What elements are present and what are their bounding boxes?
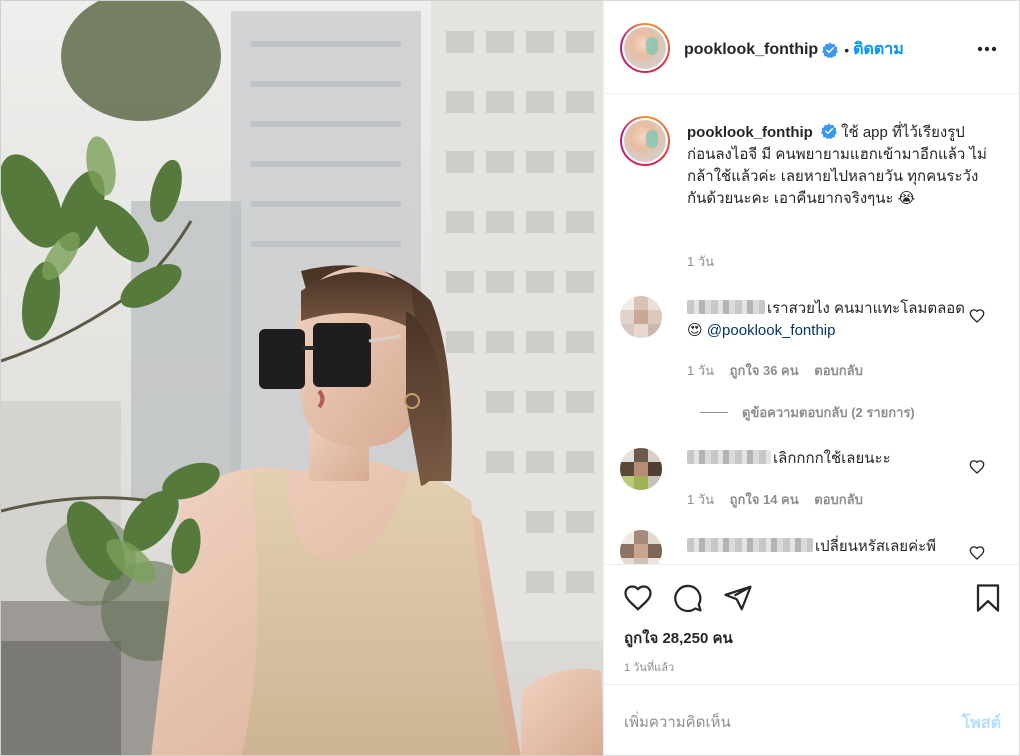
view-replies-label: ดูข้อความตอบกลับ (2 รายการ): [742, 405, 915, 420]
comment-1: เราสวยไง คนมาแทะโลมตลอด😍 @pooklook_fonth…: [687, 298, 972, 342]
commenter-avatar[interactable]: [620, 530, 662, 564]
likes-count[interactable]: ถูกใจ 28,250 คน: [624, 626, 733, 650]
comment-like-heart-icon[interactable]: [969, 545, 985, 561]
comment-like-heart-icon[interactable]: [969, 459, 985, 475]
bookmark-icon[interactable]: [973, 583, 1003, 613]
comment-input[interactable]: [624, 711, 924, 733]
comment-1-reply-button[interactable]: ตอบกลับ: [814, 363, 863, 378]
comment-1-meta: 1 วัน ถูกใจ 36 คน ตอบกลับ: [687, 360, 875, 381]
comment-1-mention[interactable]: @pooklook_fonthip: [707, 322, 836, 339]
header-user-row: pooklook_fonthip • ติดตาม: [684, 37, 904, 62]
caption: pooklook_fonthip ใช้ app ที่ไว้เรียงรูป …: [687, 122, 987, 210]
replies-divider-line: [700, 412, 728, 413]
comment-2-reply-button[interactable]: ตอบกลับ: [814, 492, 863, 507]
comment-2-meta: 1 วัน ถูกใจ 14 คน ตอบกลับ: [687, 489, 875, 510]
caption-username[interactable]: pooklook_fonthip: [687, 124, 813, 141]
comments-list[interactable]: pooklook_fonthip ใช้ app ที่ไว้เรียงรูป …: [604, 94, 1019, 564]
comment-2-likes[interactable]: ถูกใจ 14 คน: [730, 492, 799, 507]
commenter-avatar[interactable]: [620, 448, 662, 490]
comment-2-time: 1 วัน: [687, 492, 715, 507]
author-username[interactable]: pooklook_fonthip: [684, 41, 818, 59]
add-comment-bar: โพสต์: [604, 684, 1019, 756]
blurred-username: [687, 538, 813, 552]
comment-2-text: เลิกกกกใช้เลยนะะ: [773, 450, 891, 467]
comment-2: เลิกกกกใช้เลยนะะ: [687, 448, 972, 470]
post-comment-button[interactable]: โพสต์: [962, 711, 1001, 736]
follow-button[interactable]: ติดตาม: [853, 37, 904, 62]
more-options-icon[interactable]: [975, 37, 999, 61]
blurred-username: [687, 300, 765, 314]
comment-icon[interactable]: [673, 583, 703, 613]
commenter-avatar[interactable]: [620, 296, 662, 338]
post-header: pooklook_fonthip • ติดตาม: [604, 1, 1019, 94]
view-replies-button[interactable]: ดูข้อความตอบกลับ (2 รายการ): [700, 402, 915, 423]
header-dot: •: [844, 41, 850, 58]
caption-avatar[interactable]: [620, 116, 670, 166]
verified-badge-icon: [822, 41, 839, 58]
comment-3-text: เปลี่ยนหรัสเลยค่ะพี: [815, 538, 937, 555]
post-photo[interactable]: [0, 0, 603, 756]
blurred-username: [687, 450, 771, 464]
post-actions: ถูกใจ 28,250 คน 1 วันที่แล้ว: [604, 564, 1019, 684]
verified-badge-icon: [821, 123, 837, 139]
comment-like-heart-icon[interactable]: [969, 308, 985, 324]
share-icon[interactable]: [723, 583, 753, 613]
heart-icon[interactable]: [623, 583, 653, 613]
post-side-panel: pooklook_fonthip • ติดตาม pooklook_fonth…: [603, 0, 1020, 756]
photo-illustration: [1, 1, 603, 755]
comment-1-likes[interactable]: ถูกใจ 36 คน: [730, 363, 799, 378]
comment-3: เปลี่ยนหรัสเลยค่ะพี: [687, 536, 972, 558]
post-time-ago: 1 วันที่แล้ว: [624, 662, 675, 674]
caption-time: 1 วัน: [687, 254, 715, 269]
author-avatar[interactable]: [620, 23, 670, 73]
comment-1-time: 1 วัน: [687, 363, 715, 378]
